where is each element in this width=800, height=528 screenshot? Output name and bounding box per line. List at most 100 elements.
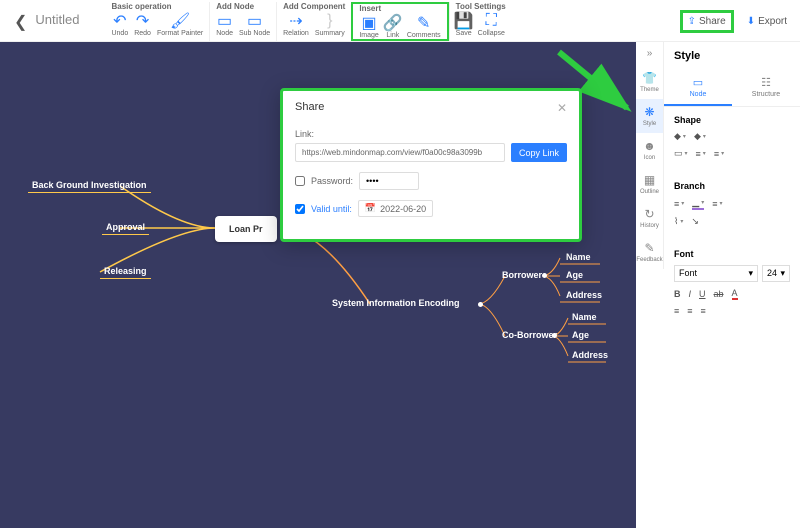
leaf[interactable]: Name xyxy=(566,252,591,262)
back-button[interactable]: ❮ xyxy=(8,2,33,42)
sub-node-button[interactable]: ▭Sub Node xyxy=(239,13,270,37)
calendar-icon: 📅 xyxy=(365,203,376,214)
format-painter-icon: 🖌 xyxy=(172,13,188,29)
font-color-button[interactable]: A xyxy=(732,288,738,300)
strike-button[interactable]: ab xyxy=(714,288,724,300)
export-label: Export xyxy=(758,16,787,27)
link-input[interactable] xyxy=(295,143,505,162)
node-tab-icon: ▭ xyxy=(664,76,732,89)
save-icon: 💾 xyxy=(456,13,472,29)
sidebar-item-feedback[interactable]: ✎Feedback xyxy=(636,235,663,269)
dialog-close[interactable]: ✕ xyxy=(557,101,567,115)
sub-node-icon: ▭ xyxy=(247,13,263,29)
share-label: Share xyxy=(699,16,726,27)
toolbar-group-basic-operation: Basic operation↶Undo↷Redo🖌Format Painter xyxy=(105,2,209,41)
panel-title: Style xyxy=(664,42,800,70)
password-checkbox[interactable] xyxy=(295,176,305,186)
sidebar-item-theme[interactable]: 👕Theme xyxy=(636,65,663,99)
sidebar-collapse[interactable]: » xyxy=(636,42,663,65)
align-left[interactable]: ≡ xyxy=(674,306,679,316)
shape-border-color[interactable]: ◆▾ xyxy=(694,131,706,142)
password-label: Password: xyxy=(311,176,353,186)
shape-weight[interactable]: ≡▾ xyxy=(714,148,724,159)
relation-icon: ⇢ xyxy=(288,13,304,29)
node-button[interactable]: ▭Node xyxy=(216,13,233,37)
dialog-title: Share xyxy=(295,101,324,115)
node-root[interactable]: Loan Pr xyxy=(215,216,277,242)
align-center[interactable]: ≡ xyxy=(687,306,692,316)
share-dialog: Share ✕ Link: Copy Link Password: Valid … xyxy=(280,88,582,242)
node-left-0[interactable]: Back Ground Investigation xyxy=(28,178,151,193)
branch-color[interactable]: ▁▾ xyxy=(692,197,704,210)
collapse-icon: ⛶ xyxy=(483,13,499,29)
document-title: Untitled xyxy=(33,2,85,37)
section-shape: Shape xyxy=(674,115,790,125)
export-button[interactable]: ⬇ Export xyxy=(742,13,792,30)
sidebar-item-outline[interactable]: ▦Outline xyxy=(636,167,663,201)
shape-fill[interactable]: ◆▾ xyxy=(674,131,686,142)
undo-icon: ↶ xyxy=(112,13,128,29)
collapse-button[interactable]: ⛶Collapse xyxy=(478,13,505,37)
sidebar-item-style[interactable]: ❋Style xyxy=(636,99,663,133)
leaf[interactable]: Age xyxy=(566,270,583,280)
shape-style[interactable]: ▭▾ xyxy=(674,148,688,159)
sidebar-item-history[interactable]: ↻History xyxy=(636,201,663,235)
feedback-icon: ✎ xyxy=(636,241,663,255)
valid-date-input[interactable]: 📅 2022-06-20 xyxy=(358,200,433,217)
branch-weight[interactable]: ≡▾ xyxy=(712,197,722,210)
section-font: Font xyxy=(674,249,790,259)
align-right[interactable]: ≡ xyxy=(701,306,706,316)
share-button[interactable]: ⇪ Share xyxy=(680,10,734,33)
node-left-2[interactable]: Releasing xyxy=(100,264,151,279)
valid-label: Valid until: xyxy=(311,204,352,214)
toolbar-group-add-node: Add Node▭Node▭Sub Node xyxy=(209,2,276,41)
link-button[interactable]: 🔗Link xyxy=(385,15,401,39)
toolbar-group-insert: Insert▣Image🔗Link✎Comments xyxy=(351,2,448,41)
redo-icon: ↷ xyxy=(135,13,151,29)
branch-line[interactable]: ≡▾ xyxy=(674,197,684,210)
leaf[interactable]: Address xyxy=(572,350,608,360)
tab-structure[interactable]: ☷Structure xyxy=(732,70,800,106)
node-borrower[interactable]: Borrower xyxy=(502,270,542,280)
format-painter-button[interactable]: 🖌Format Painter xyxy=(157,13,203,37)
leaf[interactable]: Name xyxy=(572,312,597,322)
shape-line[interactable]: ≡▾ xyxy=(696,148,706,159)
undo-button[interactable]: ↶Undo xyxy=(111,13,128,37)
comments-button[interactable]: ✎Comments xyxy=(407,15,441,39)
style-icon: ❋ xyxy=(636,105,663,119)
history-icon: ↻ xyxy=(636,207,663,221)
password-input[interactable] xyxy=(359,172,419,190)
share-icon: ⇪ xyxy=(688,16,696,27)
summary-icon: } xyxy=(322,13,338,29)
node-icon: ▭ xyxy=(217,13,233,29)
theme-icon: 👕 xyxy=(636,71,663,85)
tab-node[interactable]: ▭Node xyxy=(664,70,732,106)
section-branch: Branch xyxy=(674,181,790,191)
toolbar-group-tool-settings: Tool Settings💾Save⛶Collapse xyxy=(449,2,512,41)
copy-link-button[interactable]: Copy Link xyxy=(511,143,567,162)
summary-button[interactable]: }Summary xyxy=(315,13,345,37)
node-left-1[interactable]: Approval xyxy=(102,220,149,235)
sidebar-item-icon[interactable]: ☻Icon xyxy=(636,133,663,167)
relation-button[interactable]: ⇢Relation xyxy=(283,13,309,37)
sidebar: » 👕Theme❋Style☻Icon▦Outline↻History✎Feed… xyxy=(636,42,664,269)
valid-checkbox[interactable] xyxy=(295,204,305,214)
redo-button[interactable]: ↷Redo xyxy=(134,13,151,37)
right-panel: Style ▭Node☷Structure Shape ◆▾ ◆▾ ▭▾ ≡▾ … xyxy=(664,42,800,528)
save-button[interactable]: 💾Save xyxy=(456,13,472,37)
branch-end[interactable]: ↘ xyxy=(691,216,699,227)
image-button[interactable]: ▣Image xyxy=(359,15,378,39)
leaf[interactable]: Address xyxy=(566,290,602,300)
underline-button[interactable]: U xyxy=(699,288,706,300)
node-right-main[interactable]: System Information Encoding xyxy=(332,298,460,308)
panel-tabs: ▭Node☷Structure xyxy=(664,70,800,107)
leaf[interactable]: Age xyxy=(572,330,589,340)
italic-button[interactable]: I xyxy=(689,288,692,300)
node-coborrower[interactable]: Co-Borrower xyxy=(502,330,557,340)
branch-style[interactable]: ⌇▾ xyxy=(674,216,683,227)
font-size-select[interactable]: 24▾ xyxy=(762,265,790,282)
toolbar: Basic operation↶Undo↷Redo🖌Format Painter… xyxy=(105,2,511,41)
font-family-select[interactable]: Font▾ xyxy=(674,265,758,282)
icon-icon: ☻ xyxy=(636,139,663,153)
bold-button[interactable]: B xyxy=(674,288,681,300)
